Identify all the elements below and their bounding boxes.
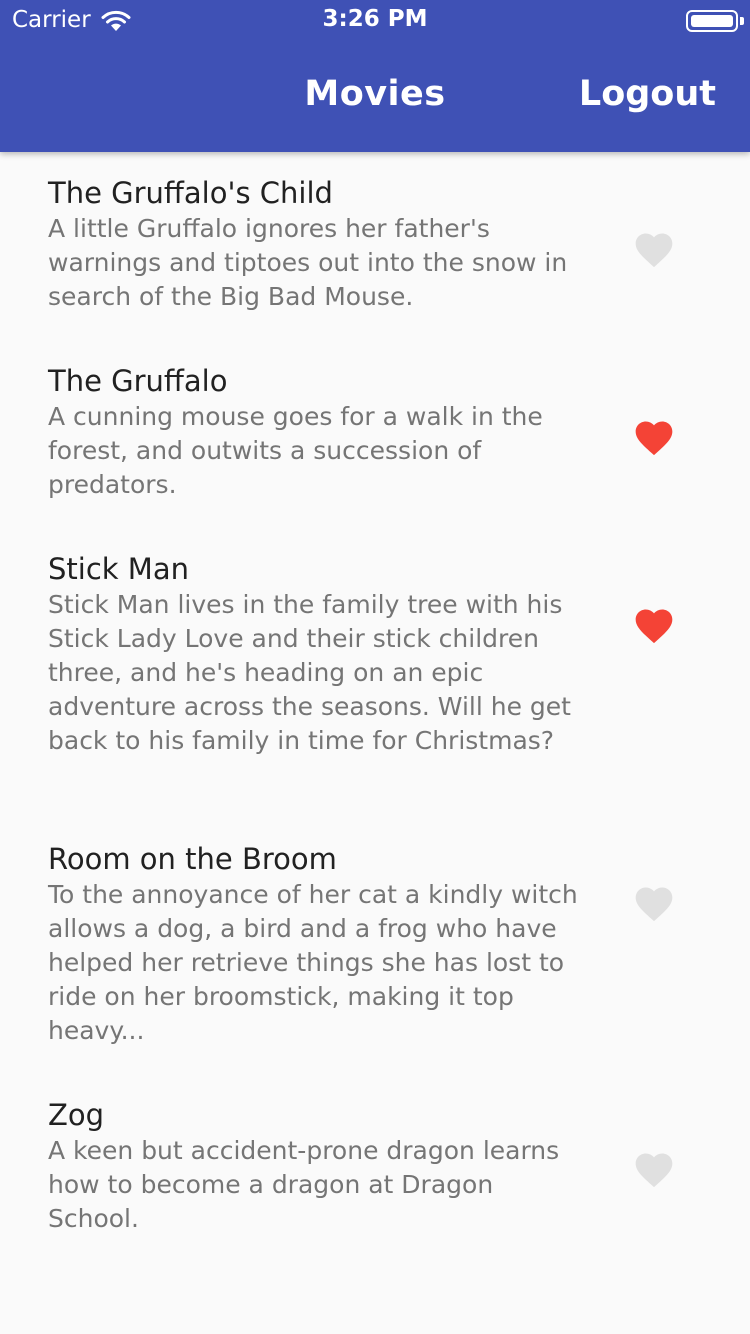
favorite-heart-icon[interactable] xyxy=(630,604,678,648)
movie-title: The Gruffalo xyxy=(48,364,228,398)
status-time: 3:26 PM xyxy=(322,6,428,32)
movie-description: Stick Man lives in the family tree with … xyxy=(48,590,571,755)
movie-title: The Gruffalo's Child xyxy=(48,176,333,210)
battery-icon xyxy=(686,10,738,32)
movie-description: A cunning mouse goes for a walk in the f… xyxy=(48,402,543,499)
movie-title: Zog xyxy=(48,1098,105,1132)
favorite-heart-icon[interactable] xyxy=(630,1148,678,1192)
favorite-heart-icon[interactable] xyxy=(630,882,678,926)
favorite-heart-icon[interactable] xyxy=(630,416,678,460)
movie-title: Stick Man xyxy=(48,552,189,586)
status-bar: Carrier 3:26 PM xyxy=(0,0,750,40)
movie-title: Room on the Broom xyxy=(48,842,337,876)
battery-tip xyxy=(740,17,744,25)
movie-description: To the annoyance of her cat a kindly wit… xyxy=(48,880,578,1045)
favorite-heart-icon[interactable] xyxy=(630,228,678,272)
movie-description: A little Gruffalo ignores her father's w… xyxy=(48,214,568,311)
movie-description: A keen but accident-prone dragon learns … xyxy=(48,1136,560,1233)
logout-button[interactable]: Logout xyxy=(579,74,716,114)
app-bar: Carrier 3:26 PM Movies Logout xyxy=(0,0,750,152)
